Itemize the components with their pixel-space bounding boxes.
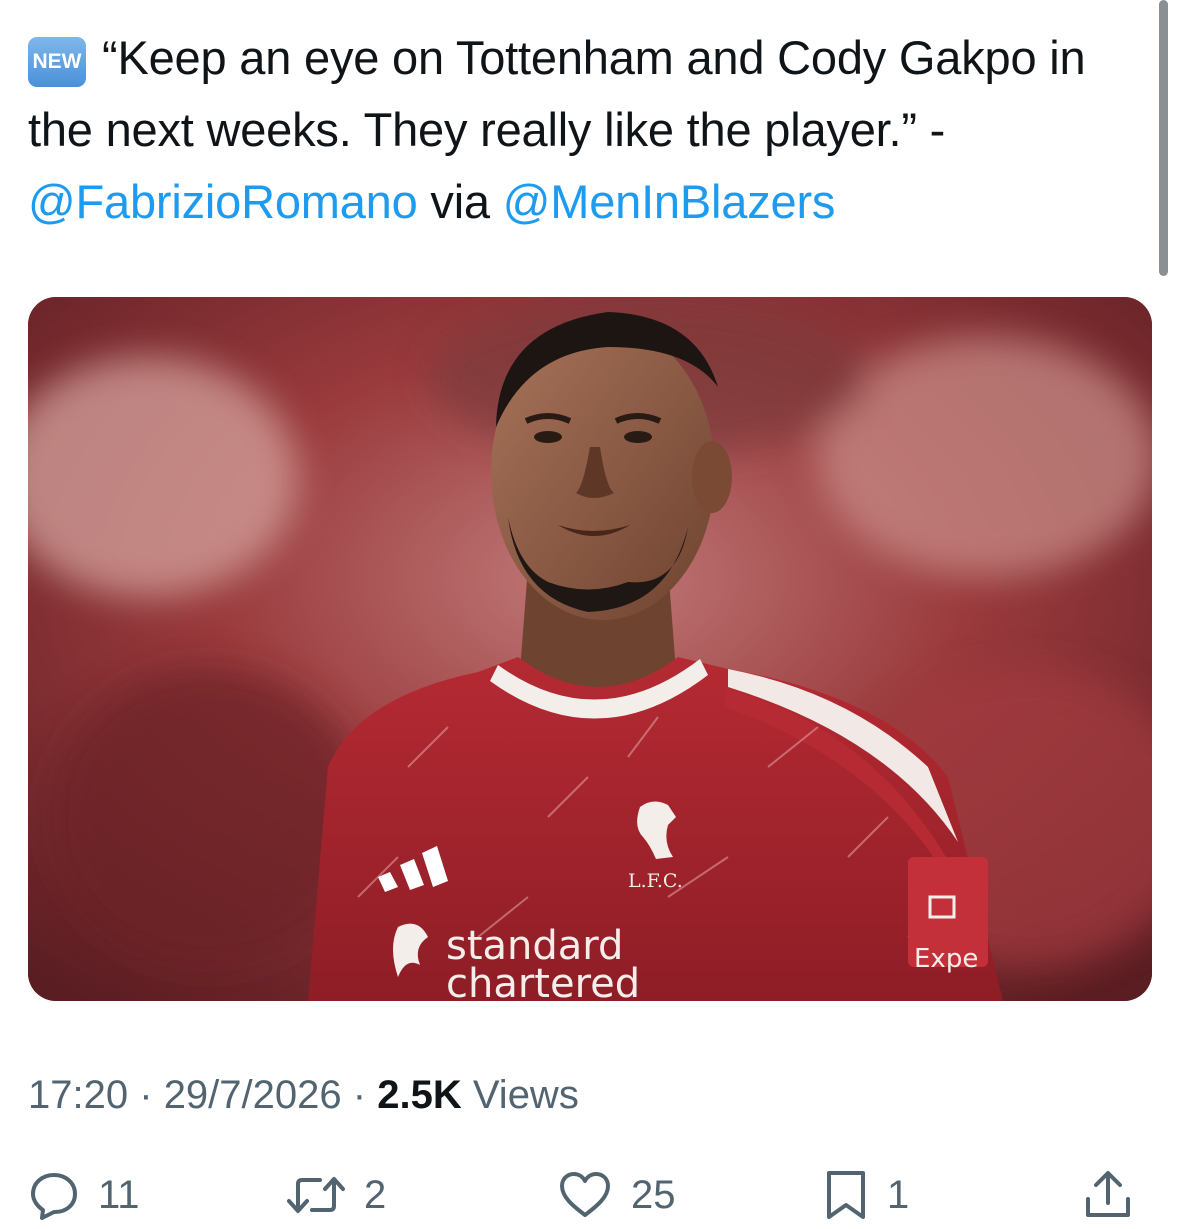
- views-count: 2.5K: [377, 1073, 462, 1117]
- reply-button[interactable]: 11: [28, 1170, 140, 1220]
- like-button[interactable]: 25: [557, 1170, 676, 1220]
- meta-separator: ·: [352, 1073, 367, 1117]
- heart-icon: [560, 1172, 610, 1217]
- scrollbar[interactable]: [1159, 0, 1168, 276]
- new-badge-icon: NEW: [28, 37, 86, 87]
- tweet-actions: 11 2 25 1: [0, 1160, 1179, 1229]
- share-icon: [1086, 1171, 1130, 1217]
- like-count: 25: [631, 1172, 676, 1217]
- svg-text:L.F.C.: L.F.C.: [628, 870, 683, 892]
- bookmark-count: 1: [887, 1172, 910, 1217]
- retweet-icon: [287, 1177, 345, 1213]
- meta-separator: ·: [139, 1073, 153, 1117]
- via-text: via: [430, 175, 490, 228]
- retweet-count: 2: [364, 1172, 387, 1217]
- tweet-quote: “Keep an eye on Tottenham and Cody Gakpo…: [28, 31, 1086, 156]
- mention-link-fabrizio[interactable]: @FabrizioRomano: [28, 175, 418, 228]
- tweet-photo[interactable]: L.F.C. standard chartered Expe: [28, 297, 1152, 1001]
- reply-icon: [31, 1173, 77, 1220]
- retweet-button[interactable]: 2: [286, 1170, 386, 1220]
- tweet-meta: 17:20 · 29/7/2026 · 2.5K Views: [28, 1073, 579, 1118]
- views-label: Views: [472, 1073, 579, 1117]
- tweet-time[interactable]: 17:20: [28, 1073, 128, 1117]
- svg-text:Expe: Expe: [914, 944, 978, 974]
- player-photo-illustration: L.F.C. standard chartered Expe: [28, 297, 1152, 1001]
- svg-text:chartered: chartered: [446, 961, 640, 1001]
- mention-link-meninblazers[interactable]: @MenInBlazers: [503, 175, 836, 228]
- share-button[interactable]: [1083, 1170, 1133, 1220]
- bookmark-icon: [827, 1171, 865, 1219]
- sleeve-badge: Expe: [908, 857, 988, 974]
- bookmark-button[interactable]: 1: [823, 1170, 909, 1220]
- tweet-text: NEW “Keep an eye on Tottenham and Cody Ga…: [28, 22, 1148, 238]
- reply-count: 11: [98, 1172, 140, 1217]
- tweet-date[interactable]: 29/7/2026: [164, 1073, 342, 1117]
